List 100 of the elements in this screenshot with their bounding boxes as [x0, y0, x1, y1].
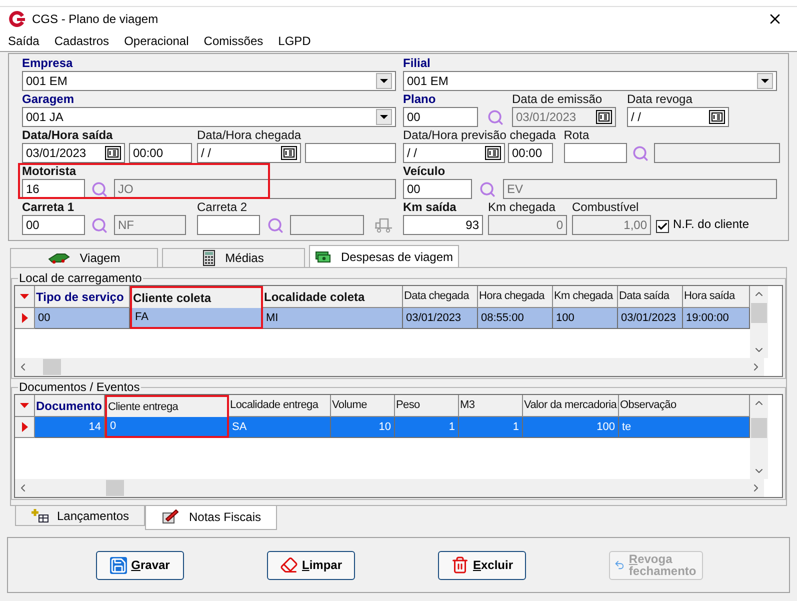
column-header[interactable]: Volume: [331, 395, 395, 417]
column-header[interactable]: Data saída: [618, 286, 683, 308]
vertical-scrollbar[interactable]: [750, 395, 768, 479]
text-field[interactable]: 16: [22, 179, 85, 199]
search-icon[interactable]: [91, 216, 108, 234]
text-field[interactable]: [197, 215, 260, 235]
scroll-thumb[interactable]: [751, 303, 767, 323]
action-button[interactable]: Excluir: [438, 550, 526, 580]
menu-item[interactable]: Saída: [8, 32, 40, 50]
scroll-thumb[interactable]: [43, 359, 61, 375]
field-label: Motorista: [22, 164, 76, 179]
vertical-scrollbar[interactable]: [750, 286, 768, 358]
horizontal-scrollbar[interactable]: [15, 479, 764, 497]
sort-icon: [20, 403, 29, 408]
date-field[interactable]: / /: [197, 143, 301, 163]
calendar-icon[interactable]: [281, 146, 297, 160]
tab[interactable]: Viagem: [10, 248, 158, 267]
name-field[interactable]: EV: [503, 179, 777, 199]
name-field[interactable]: [654, 143, 780, 163]
dropdown-button[interactable]: [376, 73, 392, 89]
field-label: Carreta 1: [22, 200, 74, 215]
search-icon[interactable]: [479, 180, 496, 198]
field-label: Filial: [403, 56, 430, 71]
add-table-icon: [30, 508, 49, 523]
text-field[interactable]: 00: [22, 215, 85, 235]
text-field[interactable]: 93: [403, 215, 483, 235]
scroll-thumb[interactable]: [106, 480, 124, 496]
dropdown-button[interactable]: [376, 109, 392, 125]
column-header[interactable]: Observação: [619, 395, 750, 417]
column-header[interactable]: Cliente coleta: [130, 286, 263, 308]
name-field[interactable]: [290, 215, 364, 235]
menu-item[interactable]: Comissões: [204, 32, 264, 50]
app-logo: [8, 10, 26, 28]
column-header[interactable]: Localidade coleta: [263, 286, 403, 308]
combo-box[interactable]: 001 JA: [22, 107, 396, 127]
column-header[interactable]: Cliente entrega: [105, 395, 229, 417]
time-field[interactable]: [305, 143, 396, 163]
checkbox-label: N.F. do cliente: [673, 216, 750, 233]
row-indicator[interactable]: [15, 417, 35, 438]
action-button[interactable]: Limpar: [267, 550, 355, 580]
field-label: Veículo: [403, 164, 446, 179]
search-icon[interactable]: [486, 108, 504, 126]
column-header[interactable]: Tipo de serviço: [35, 286, 130, 308]
table-cell: 0: [105, 417, 229, 438]
date-field[interactable]: 03/01/2023: [22, 143, 125, 163]
scroll-thumb[interactable]: [751, 418, 767, 438]
menu-item[interactable]: Operacional: [124, 32, 189, 50]
money-icon: [314, 250, 331, 264]
text-field[interactable]: [564, 143, 627, 163]
time-field[interactable]: 00:00: [508, 143, 553, 163]
field-label: Carreta 2: [197, 200, 248, 215]
tab[interactable]: Médias: [162, 248, 305, 267]
horizontal-scrollbar[interactable]: [15, 358, 764, 376]
column-header[interactable]: Valor da mercadoria: [523, 395, 619, 417]
calendar-icon[interactable]: [105, 146, 121, 160]
dropdown-button[interactable]: [757, 73, 773, 89]
row-indicator[interactable]: [15, 308, 35, 329]
text-field[interactable]: 00: [403, 107, 478, 127]
calendar-icon[interactable]: [709, 110, 725, 124]
column-header[interactable]: Documento: [35, 395, 105, 417]
table-cell: SA: [229, 417, 331, 438]
date-field[interactable]: / /: [627, 107, 729, 127]
menu-item[interactable]: Cadastros: [54, 32, 110, 50]
column-header[interactable]: Hora saída: [683, 286, 750, 308]
combo-box[interactable]: 001 EM: [22, 71, 396, 91]
tab[interactable]: Notas Fiscais: [145, 506, 277, 530]
calendar-icon[interactable]: [485, 146, 501, 160]
tab[interactable]: Lançamentos: [15, 506, 145, 526]
field-label: Data revoga: [627, 92, 692, 107]
name-field[interactable]: JO: [114, 179, 396, 199]
column-header[interactable]: Peso: [395, 395, 459, 417]
time-field[interactable]: 00:00: [129, 143, 192, 163]
table-cell: 10: [331, 417, 395, 438]
column-header[interactable]: Hora chegada: [478, 286, 553, 308]
menu-item[interactable]: LGPD: [278, 32, 311, 50]
column-header[interactable]: M3: [459, 395, 523, 417]
date-field[interactable]: / /: [403, 143, 505, 163]
name-field[interactable]: NF: [114, 215, 186, 235]
field-label: Data/Hora saída: [22, 128, 113, 143]
group-title: Local de carregamento: [18, 272, 143, 285]
field-label: Rota: [564, 128, 590, 143]
table-cell: 1: [459, 417, 523, 438]
checkbox[interactable]: [656, 220, 669, 233]
column-header[interactable]: Data chegada: [403, 286, 478, 308]
sort-icon: [20, 294, 29, 299]
calculator-icon: [203, 250, 216, 266]
trailer-icon[interactable]: [374, 217, 393, 233]
column-header[interactable]: Km chegada: [553, 286, 618, 308]
action-button[interactable]: Gravar: [96, 550, 184, 580]
table-cell: 03/01/2023: [618, 308, 683, 329]
search-icon[interactable]: [91, 180, 108, 198]
search-icon[interactable]: [632, 144, 649, 162]
table-cell: te: [619, 417, 750, 438]
search-icon[interactable]: [266, 216, 284, 234]
tab[interactable]: Despesas de viagem: [309, 245, 459, 267]
column-header[interactable]: Localidade entrega: [229, 395, 331, 417]
group-title: Documentos / Eventos: [18, 381, 141, 394]
text-field[interactable]: 00: [403, 179, 472, 199]
combo-box[interactable]: 001 EM: [403, 71, 777, 91]
table-cell: FA: [130, 308, 263, 329]
